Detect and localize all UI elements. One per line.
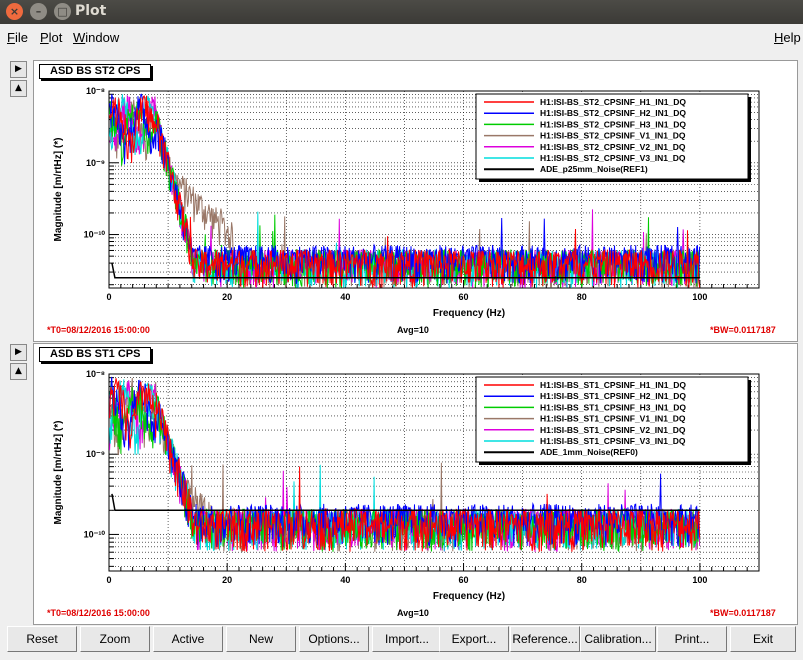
import-button[interactable]: Import... — [372, 626, 442, 652]
asd-plot-2[interactable]: 0 20 40 60 80 100 10⁻⁸ 10⁻⁹ 10⁻¹⁰ Frequency (Hz) M… — [34, 344, 799, 626]
x-tick-label: 80 — [577, 575, 587, 585]
menu-window-rest: indow — [85, 30, 120, 45]
legend-entry: H1:ISI-BS_ST2_CPSINF_H2_IN1_DQ — [540, 108, 686, 118]
legend-entry: H1:ISI-BS_ST1_CPSINF_V3_IN1_DQ — [540, 436, 686, 446]
y-tick-label: 10⁻⁸ — [86, 86, 105, 96]
x-tick-label: 20 — [222, 575, 232, 585]
legend-entry: H1:ISI-BS_ST2_CPSINF_V2_IN1_DQ — [540, 142, 686, 152]
average-count-label: Avg=10 — [397, 325, 429, 335]
graph-title-tab[interactable]: ASD BS ST2 CPS — [39, 64, 152, 79]
x-tick-label: 60 — [459, 292, 469, 302]
menu-file-key: F — [7, 30, 15, 45]
graph-panel-2: 0 20 40 60 80 100 10⁻⁸ 10⁻⁹ 10⁻¹⁰ Frequency (Hz) M… — [33, 343, 798, 625]
panel1-up-button[interactable]: ▲ — [10, 80, 27, 97]
x-tick-label: 80 — [577, 292, 587, 302]
menu-help-rest: elp — [783, 30, 801, 45]
menu-window[interactable]: Window — [73, 30, 119, 45]
x-tick-label: 100 — [692, 575, 707, 585]
menu-help[interactable]: Help — [774, 30, 801, 45]
new-button[interactable]: New — [226, 626, 296, 652]
legend-entry: ADE_p25mm_Noise(REF1) — [540, 164, 648, 174]
legend-entry: H1:ISI-BS_ST2_CPSINF_V1_IN1_DQ — [540, 131, 686, 141]
export-button[interactable]: Export... — [439, 626, 509, 652]
panel2-up-button[interactable]: ▲ — [10, 363, 27, 380]
menu-plot-key: P — [40, 30, 49, 45]
zoom-button[interactable]: Zoom — [80, 626, 150, 652]
options-button[interactable]: Options... — [299, 626, 369, 652]
x-axis-label: Frequency (Hz) — [433, 591, 505, 602]
menu-file[interactable]: File — [7, 30, 28, 45]
close-window-icon[interactable]: × — [6, 3, 23, 20]
y-tick-label: 10⁻¹⁰ — [84, 529, 106, 539]
legend-entry: H1:ISI-BS_ST1_CPSINF_V1_IN1_DQ — [540, 414, 686, 424]
x-tick-label: 0 — [106, 575, 111, 585]
start-time-label: *T0=08/12/2016 15:00:00 — [47, 608, 150, 618]
x-tick-label: 40 — [340, 292, 350, 302]
legend-entry: H1:ISI-BS_ST1_CPSINF_H1_IN1_DQ — [540, 380, 686, 390]
x-tick-label: 100 — [692, 292, 707, 302]
y-tick-label: 10⁻¹⁰ — [84, 230, 106, 240]
panel2-next-tab-button[interactable]: ▶ — [10, 344, 27, 361]
start-time-label: *T0=08/12/2016 15:00:00 — [47, 325, 150, 335]
legend-entry: H1:ISI-BS_ST2_CPSINF_H3_IN1_DQ — [540, 119, 686, 129]
legend-entry: H1:ISI-BS_ST1_CPSINF_H2_IN1_DQ — [540, 391, 686, 401]
legend-entry: ADE_1mm_Noise(REF0) — [540, 447, 638, 457]
reference-button[interactable]: Reference... — [510, 626, 580, 652]
x-tick-label: 60 — [459, 575, 469, 585]
x-tick-label: 0 — [106, 292, 111, 302]
graph-title-tab[interactable]: ASD BS ST1 CPS — [39, 347, 152, 362]
x-axis-label: Frequency (Hz) — [433, 308, 505, 319]
legend-entry: H1:ISI-BS_ST2_CPSINF_H1_IN1_DQ — [540, 97, 686, 107]
legend-entry: H1:ISI-BS_ST2_CPSINF_V3_IN1_DQ — [540, 153, 686, 163]
minimize-window-icon[interactable]: – — [30, 3, 47, 20]
average-count-label: Avg=10 — [397, 608, 429, 618]
menu-window-key: W — [73, 30, 86, 45]
y-axis-label: Magnitude [m/rtHz] (*) — [53, 421, 64, 525]
graph-panel-1: 0 20 40 60 80 100 10⁻⁸ 10⁻⁹ 10⁻¹⁰ Frequency (Hz) M… — [33, 60, 798, 342]
y-tick-label: 10⁻⁸ — [86, 369, 105, 379]
bandwidth-label: *BW=0.0117187 — [710, 325, 776, 335]
button-bar: Reset Zoom Active New Options... Import.… — [0, 626, 803, 656]
menu-bar: File Plot Window Help — [0, 28, 803, 50]
menu-plot[interactable]: Plot — [40, 30, 62, 45]
print-button[interactable]: Print... — [657, 626, 727, 652]
menu-plot-rest: lot — [48, 30, 63, 45]
bandwidth-label: *BW=0.0117187 — [710, 608, 776, 618]
active-button[interactable]: Active — [153, 626, 223, 652]
x-tick-label: 40 — [340, 575, 350, 585]
asd-plot-1[interactable]: 0 20 40 60 80 100 10⁻⁸ 10⁻⁹ 10⁻¹⁰ Frequency (Hz) M… — [34, 61, 799, 343]
title-bar: × – □ Plot — [0, 0, 803, 24]
window-title: Plot — [75, 3, 107, 19]
y-axis-label: Magnitude [m/rtHz] (*) — [53, 138, 64, 242]
legend-entry: H1:ISI-BS_ST1_CPSINF_H3_IN1_DQ — [540, 402, 686, 412]
menu-help-key: H — [774, 30, 784, 45]
legend-entry: H1:ISI-BS_ST1_CPSINF_V2_IN1_DQ — [540, 425, 686, 435]
x-tick-label: 20 — [222, 292, 232, 302]
menu-file-rest: ile — [14, 30, 28, 45]
reset-button[interactable]: Reset — [7, 626, 77, 652]
maximize-window-icon[interactable]: □ — [54, 3, 71, 20]
calibration-button[interactable]: Calibration... — [580, 626, 656, 652]
y-tick-label: 10⁻⁹ — [86, 158, 105, 168]
y-tick-label: 10⁻⁹ — [86, 449, 105, 459]
exit-button[interactable]: Exit — [730, 626, 796, 652]
panel1-next-tab-button[interactable]: ▶ — [10, 61, 27, 78]
